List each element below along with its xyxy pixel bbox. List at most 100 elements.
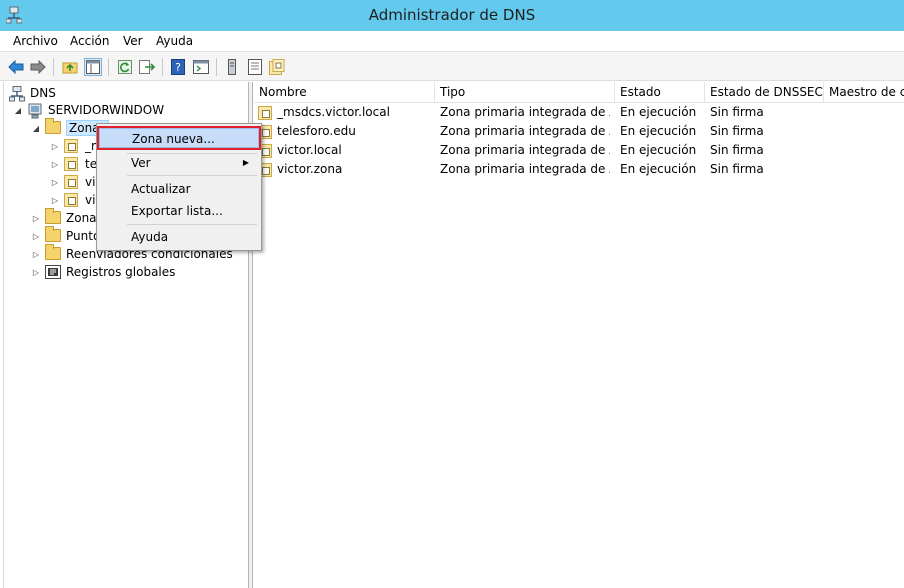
tree-label: Registros globales [66, 265, 176, 279]
back-button[interactable] [7, 58, 25, 76]
up-folder-button[interactable] [61, 58, 79, 76]
collapsed-arrow-icon[interactable]: ▷ [50, 196, 60, 205]
toolbar-separator [162, 58, 163, 76]
folder-icon [45, 118, 61, 135]
context-menu: Zona nueva... Ver ▶ Actualizar Exportar … [96, 123, 262, 251]
menu-archivo[interactable]: Archivo [13, 34, 58, 48]
column-header-name[interactable]: Nombre [254, 82, 435, 103]
zone-name: _msdcs.victor.local [277, 105, 390, 119]
event-log-icon [45, 265, 61, 279]
collapsed-arrow-icon[interactable]: ▷ [31, 232, 41, 241]
up-folder-icon [62, 62, 78, 74]
column-header-master[interactable]: Maestro de c... [824, 82, 904, 103]
list-button[interactable] [246, 58, 264, 76]
svg-text:?: ? [175, 61, 181, 74]
help-menu-item[interactable]: Ayuda [99, 227, 259, 247]
tree-label: vi [85, 175, 96, 189]
state-cell: En ejecución [620, 162, 697, 176]
tree-node-zone[interactable]: ▷ te [50, 155, 97, 173]
export-list-menu-item[interactable]: Exportar lista... [99, 201, 259, 221]
tree-node-global-logs[interactable]: ▷ Registros globales [31, 263, 175, 281]
table-row[interactable]: victor.local Zona primaria integrada de … [254, 141, 904, 160]
submenu-arrow-icon: ▶ [242, 158, 249, 167]
new-zone-menu-item[interactable]: Zona nueva... [97, 126, 261, 150]
type-cell: Zona primaria integrada de A... [440, 124, 610, 138]
name-cell: telesforo.edu [258, 122, 356, 141]
tree-node-reverse-zones[interactable]: ▷ Zonas [31, 208, 103, 227]
title-bar: Administrador de DNS [0, 0, 904, 31]
collapsed-arrow-icon[interactable]: ▷ [50, 178, 60, 187]
refresh-icon [118, 60, 132, 74]
column-header-type[interactable]: Tipo [435, 82, 615, 103]
help-button[interactable]: ? [169, 58, 187, 76]
view-menu-label: Ver [131, 156, 151, 170]
server-button[interactable] [223, 58, 241, 76]
name-cell: _msdcs.victor.local [258, 103, 390, 122]
folder-icon [45, 226, 61, 243]
zone-name: telesforo.edu [277, 124, 356, 138]
server-icon [228, 59, 236, 75]
folder-icon [45, 208, 61, 225]
show-tree-button[interactable] [84, 58, 102, 76]
refresh-menu-item[interactable]: Actualizar [99, 179, 259, 199]
column-header-state[interactable]: Estado [615, 82, 705, 103]
console-button[interactable] [192, 58, 210, 76]
menu-separator [127, 175, 257, 176]
table-row[interactable]: telesforo.edu Zona primaria integrada de… [254, 122, 904, 141]
dnssec-cell: Sin firma [710, 105, 764, 119]
collapsed-arrow-icon[interactable]: ▷ [50, 160, 60, 169]
export-button[interactable] [138, 58, 156, 76]
tree-node-zone[interactable]: ▷ vi [50, 191, 95, 209]
table-row[interactable]: _msdcs.victor.local Zona primaria integr… [254, 103, 904, 122]
toolbar-separator [108, 58, 109, 76]
zone-icon [64, 193, 80, 207]
name-cell: victor.zona [258, 160, 342, 179]
type-cell: Zona primaria integrada de A... [440, 162, 610, 176]
tree-node-server[interactable]: ◢ SERVIDORWINDOW [13, 101, 164, 119]
state-cell: En ejecución [620, 105, 697, 119]
state-cell: En ejecución [620, 124, 697, 138]
view-menu-item[interactable]: Ver ▶ [99, 153, 259, 173]
collapsed-arrow-icon[interactable]: ▷ [50, 142, 60, 151]
zone-button[interactable] [268, 58, 286, 76]
console-icon [193, 60, 209, 74]
tree-node-zone[interactable]: ▷ _m [50, 137, 103, 155]
dnssec-cell: Sin firma [710, 162, 764, 176]
type-cell: Zona primaria integrada de A... [440, 143, 610, 157]
dnssec-cell: Sin firma [710, 124, 764, 138]
menu-separator [127, 224, 257, 225]
menu-ayuda[interactable]: Ayuda [156, 34, 193, 48]
collapsed-arrow-icon[interactable]: ▷ [31, 250, 41, 259]
table-row[interactable]: victor.zona Zona primaria integrada de A… [254, 160, 904, 179]
state-cell: En ejecución [620, 143, 697, 157]
show-tree-icon [86, 60, 100, 74]
server-icon [27, 103, 43, 119]
folder-icon [45, 244, 61, 261]
zone-name: victor.local [277, 143, 342, 157]
collapsed-arrow-icon[interactable]: ▷ [31, 214, 41, 223]
refresh-button[interactable] [116, 58, 134, 76]
collapsed-arrow-icon[interactable]: ▷ [31, 268, 41, 277]
zone-icon [64, 175, 80, 189]
menu-accion[interactable]: Acción [70, 34, 109, 48]
tree-node-dns[interactable]: DNS [9, 84, 56, 102]
toolbar-separator [216, 58, 217, 76]
dnssec-cell: Sin firma [710, 143, 764, 157]
forward-button[interactable] [29, 58, 47, 76]
forward-icon [30, 60, 46, 74]
type-cell: Zona primaria integrada de A... [440, 105, 610, 119]
expanded-arrow-icon[interactable]: ◢ [31, 124, 41, 133]
toolbar: ? [0, 51, 904, 81]
column-header-dnssec[interactable]: Estado de DNSSEC [705, 82, 824, 103]
dns-root-icon [9, 86, 25, 102]
zone-icon [269, 59, 285, 75]
zone-icon [258, 105, 277, 120]
name-cell: victor.local [258, 141, 342, 160]
expanded-arrow-icon[interactable]: ◢ [13, 106, 23, 115]
zone-name: victor.zona [277, 162, 343, 176]
tree-label: DNS [30, 86, 56, 100]
menu-ver[interactable]: Ver [123, 34, 143, 48]
export-icon [139, 60, 155, 74]
tree-node-zone[interactable]: ▷ vi [50, 173, 95, 191]
tree-node-trust-points[interactable]: ▷ Punto [31, 226, 100, 245]
